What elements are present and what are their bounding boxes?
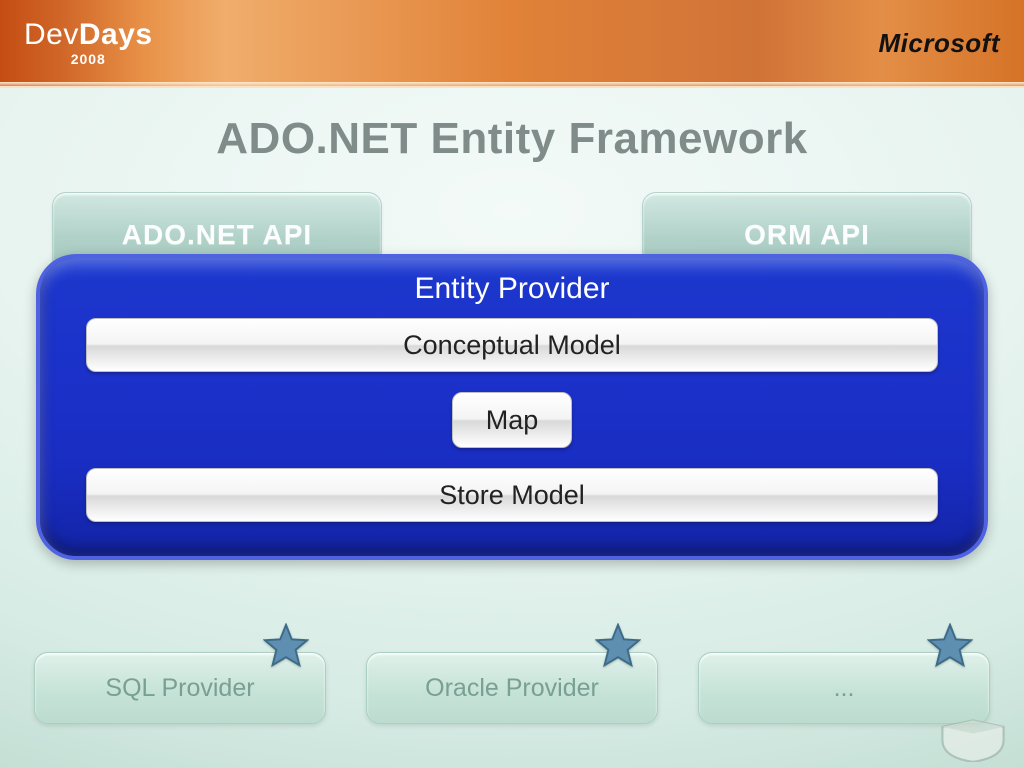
- event-year: 2008: [24, 52, 153, 66]
- layer-store: Store Model: [86, 468, 938, 522]
- star-icon: [595, 623, 641, 669]
- provider-sql: SQL Provider: [34, 652, 326, 724]
- star-icon: [263, 623, 309, 669]
- layer-map: Map: [452, 392, 572, 448]
- provider-oracle: Oracle Provider: [366, 652, 658, 724]
- slide-title: ADO.NET Entity Framework: [34, 114, 990, 164]
- event-name-bold: Days: [79, 18, 153, 51]
- sponsor-logo: Microsoft: [879, 28, 1001, 59]
- providers-row: SQL Provider Oracle Provider ...: [34, 652, 990, 724]
- provider-label: ...: [834, 674, 855, 703]
- star-icon: [927, 623, 973, 669]
- event-name-light: Dev: [24, 18, 79, 51]
- event-logo: DevDays 2008: [24, 20, 153, 66]
- slide-body: ADO.NET Entity Framework ADO.NET API ORM…: [0, 88, 1024, 768]
- header-band: DevDays 2008 Microsoft: [0, 0, 1024, 88]
- provider-label: SQL Provider: [105, 674, 254, 703]
- entity-provider-panel: Entity Provider Conceptual Model Map Sto…: [36, 254, 988, 560]
- provider-label: Oracle Provider: [425, 674, 599, 703]
- footer-shield-icon: [938, 718, 1008, 762]
- panel-title: Entity Provider: [86, 272, 938, 306]
- layer-conceptual: Conceptual Model: [86, 318, 938, 372]
- provider-more: ...: [698, 652, 990, 724]
